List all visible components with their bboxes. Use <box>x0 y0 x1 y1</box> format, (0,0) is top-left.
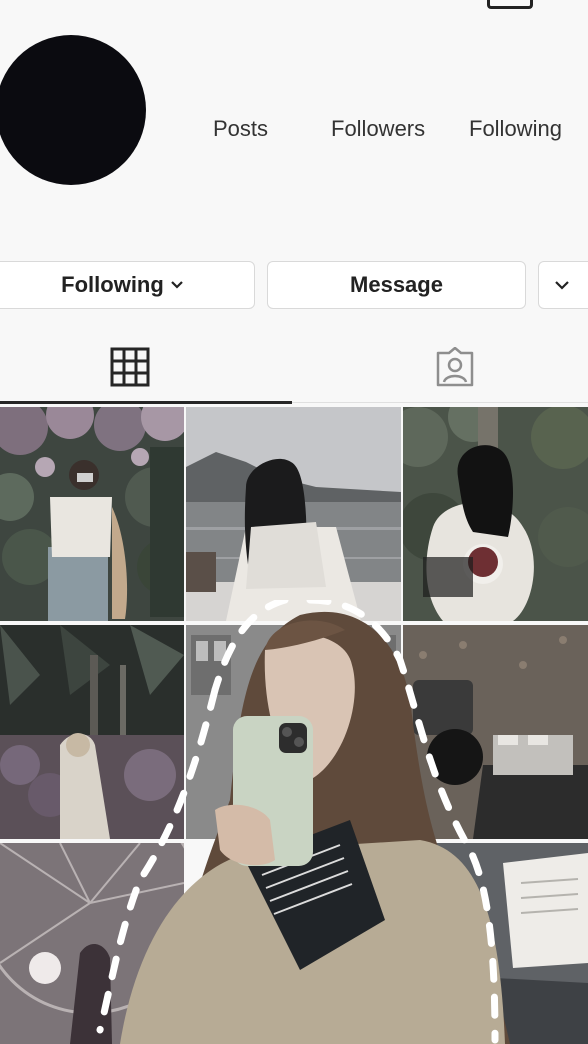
tab-grid[interactable] <box>110 347 150 392</box>
following-button[interactable]: Following <box>0 261 255 309</box>
post-woman-strawberries <box>403 407 588 621</box>
post-woman-lake-dock <box>186 407 401 621</box>
stat-posts-label[interactable]: Posts <box>213 116 268 142</box>
menu-icon[interactable] <box>487 0 533 9</box>
tagged-person-icon <box>436 346 474 387</box>
tab-tagged[interactable] <box>434 346 476 392</box>
active-tab-indicator <box>0 401 292 404</box>
profile-page: Posts Followers Following Following Mess… <box>0 0 588 1044</box>
post-woman-camera-flowers <box>0 407 184 621</box>
grid-post-3[interactable] <box>403 407 588 621</box>
suggested-accounts-button[interactable] <box>538 261 588 309</box>
message-button[interactable]: Message <box>267 261 526 309</box>
grid-post-2[interactable] <box>186 407 401 621</box>
chevron-down-icon <box>555 281 569 290</box>
following-button-label: Following <box>61 272 164 297</box>
grid-icon <box>110 347 150 387</box>
stat-following-label[interactable]: Following <box>469 116 562 142</box>
chevron-down-icon <box>171 281 183 289</box>
stat-followers-label[interactable]: Followers <box>331 116 425 142</box>
grid-post-1[interactable] <box>0 407 184 621</box>
message-button-label: Message <box>350 272 443 297</box>
avatar[interactable] <box>0 35 146 185</box>
mirror-selfie-woman-with-phone <box>96 600 510 1044</box>
